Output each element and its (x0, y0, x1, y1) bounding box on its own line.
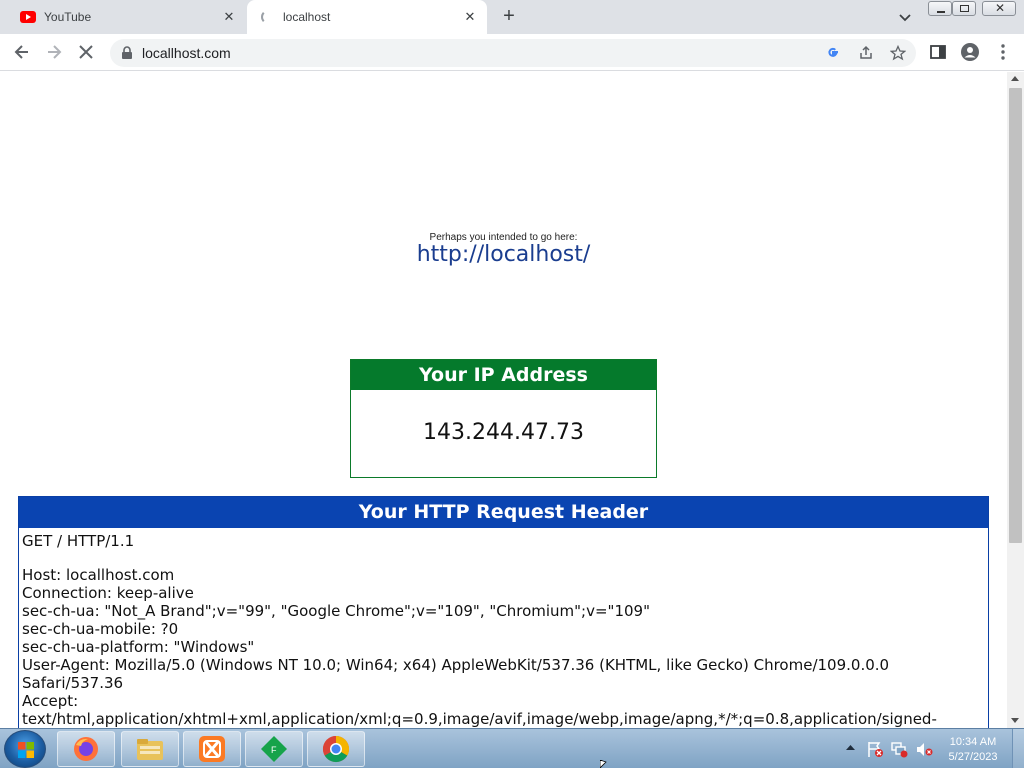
vertical-scrollbar[interactable] (1007, 72, 1024, 728)
header-line: Connection: keep-alive (22, 584, 194, 602)
close-window-button[interactable]: ✕ (982, 1, 1016, 16)
new-tab-button[interactable]: + (499, 6, 519, 26)
profile-avatar-icon[interactable] (960, 42, 980, 62)
speaker-muted-icon[interactable] (915, 741, 933, 758)
header-line: text/html,application/xhtml+xml,applicat… (22, 710, 937, 728)
tab-youtube[interactable]: YouTube ✕ (8, 0, 246, 34)
tab-title: localhost (283, 10, 331, 24)
taskbar-chrome[interactable] (307, 731, 365, 767)
close-icon[interactable]: ✕ (462, 9, 478, 25)
bookmark-star-icon[interactable] (890, 45, 906, 61)
firefox-icon (74, 737, 98, 761)
stop-loading-icon[interactable] (76, 42, 96, 62)
ip-box-title: Your IP Address (351, 360, 656, 390)
scrollbar-thumb[interactable] (1009, 88, 1022, 543)
network-icon[interactable] (890, 741, 908, 758)
header-line: Safari/537.36 (22, 674, 124, 692)
restore-button[interactable] (952, 1, 976, 16)
taskbar-file-explorer[interactable] (121, 731, 179, 767)
start-button[interactable] (4, 730, 46, 768)
minimize-button[interactable] (928, 1, 952, 16)
freeplane-icon: F (261, 736, 287, 762)
scroll-up-arrow-icon[interactable] (1011, 76, 1019, 81)
chrome-icon (322, 735, 350, 763)
url-text[interactable]: locallhost.com (142, 45, 231, 61)
redirect-link[interactable]: http://localhost/ (0, 242, 1007, 267)
request-header-title: Your HTTP Request Header (19, 497, 988, 528)
tray-expand-icon[interactable] (846, 744, 855, 751)
taskbar-xampp[interactable] (183, 731, 241, 767)
youtube-icon (20, 11, 36, 23)
clock-time: 10:34 AM (949, 736, 997, 748)
header-line: Accept: (22, 692, 79, 710)
ip-address-box: Your IP Address 143.244.47.73 (350, 359, 657, 478)
windows-logo-icon (18, 742, 34, 758)
taskbar-firefox[interactable] (57, 731, 115, 767)
close-icon[interactable]: ✕ (221, 9, 237, 25)
mouse-pointer-icon (600, 760, 607, 768)
request-line: GET / HTTP/1.1 (22, 532, 135, 550)
request-header-body: GET / HTTP/1.1 Host: locallhost.com Conn… (19, 528, 988, 728)
action-center-flag-icon[interactable] (866, 741, 884, 758)
svg-text:F: F (271, 745, 277, 755)
header-line: sec-ch-ua-platform: "Windows" (22, 638, 255, 656)
tab-title: YouTube (44, 10, 92, 24)
taskbar-clock[interactable]: 10:34 AM 5/27/2023 (936, 735, 1010, 765)
side-panel-icon[interactable] (928, 42, 948, 62)
kebab-menu-icon[interactable] (993, 42, 1013, 62)
tab-localhost[interactable]: localhost ✕ (247, 0, 487, 34)
show-desktop-button[interactable] (1012, 729, 1024, 768)
header-line: Host: locallhost.com (22, 566, 175, 584)
back-arrow-icon[interactable] (12, 42, 32, 62)
taskbar-freeplane[interactable]: F (245, 731, 303, 767)
clock-date: 5/27/2023 (948, 751, 998, 763)
xampp-icon (199, 736, 225, 762)
header-line: User-Agent: Mozilla/5.0 (Windows NT 10.0… (22, 656, 890, 674)
file-explorer-icon (137, 739, 163, 760)
header-line: sec-ch-ua-mobile: ?0 (22, 620, 179, 638)
browser-toolbar: locallhost.com (0, 34, 1024, 71)
lock-icon[interactable] (121, 46, 133, 60)
loading-spinner-icon (261, 10, 275, 24)
tab-strip: YouTube ✕ localhost ✕ + ✕ (0, 0, 1024, 34)
address-bar[interactable]: locallhost.com (110, 39, 916, 67)
scroll-down-arrow-icon[interactable] (1011, 718, 1019, 723)
header-line: sec-ch-ua: "Not_A Brand";v="99", "Google… (22, 602, 650, 620)
chevron-down-icon[interactable] (896, 8, 914, 26)
windows-taskbar: F 10:34 AM 5/27/2023 (0, 728, 1024, 768)
forward-arrow-icon[interactable] (44, 42, 64, 62)
request-header-box: Your HTTP Request Header GET / HTTP/1.1 … (18, 496, 989, 728)
ip-address-value: 143.244.47.73 (423, 420, 584, 445)
page-content: Perhaps you intended to go here: http://… (0, 72, 1007, 728)
google-icon[interactable] (826, 46, 840, 60)
share-icon[interactable] (858, 45, 874, 61)
